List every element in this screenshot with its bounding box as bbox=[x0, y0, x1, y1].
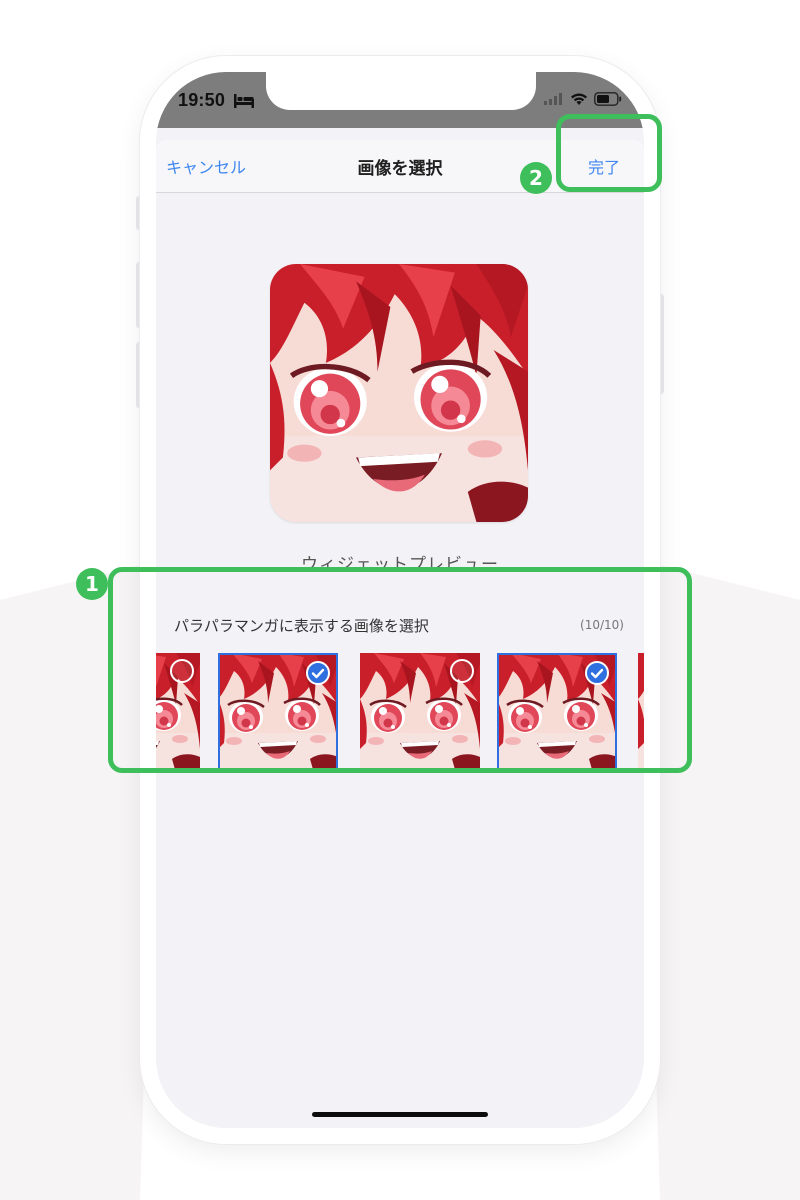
preview-artwork bbox=[270, 264, 528, 522]
widget-preview-image bbox=[270, 264, 528, 522]
notch bbox=[266, 72, 536, 110]
annotation-box-thumbnails bbox=[108, 567, 692, 773]
status-icons bbox=[544, 92, 622, 106]
battery-icon bbox=[594, 92, 622, 106]
signal-icon bbox=[544, 93, 562, 105]
bed-icon bbox=[234, 94, 254, 108]
annotation-badge-2: 2 bbox=[520, 162, 552, 194]
annotation-badge-1: 1 bbox=[76, 568, 108, 600]
screenshot-canvas: 19:50 キャンセル 画像を選択 完了 ウィジェットプレビュー パラパラマンガ… bbox=[0, 0, 800, 1200]
annotation-box-done bbox=[556, 114, 662, 192]
status-time: 19:50 bbox=[178, 90, 226, 110]
wifi-icon bbox=[571, 93, 587, 105]
home-indicator[interactable] bbox=[312, 1112, 488, 1117]
